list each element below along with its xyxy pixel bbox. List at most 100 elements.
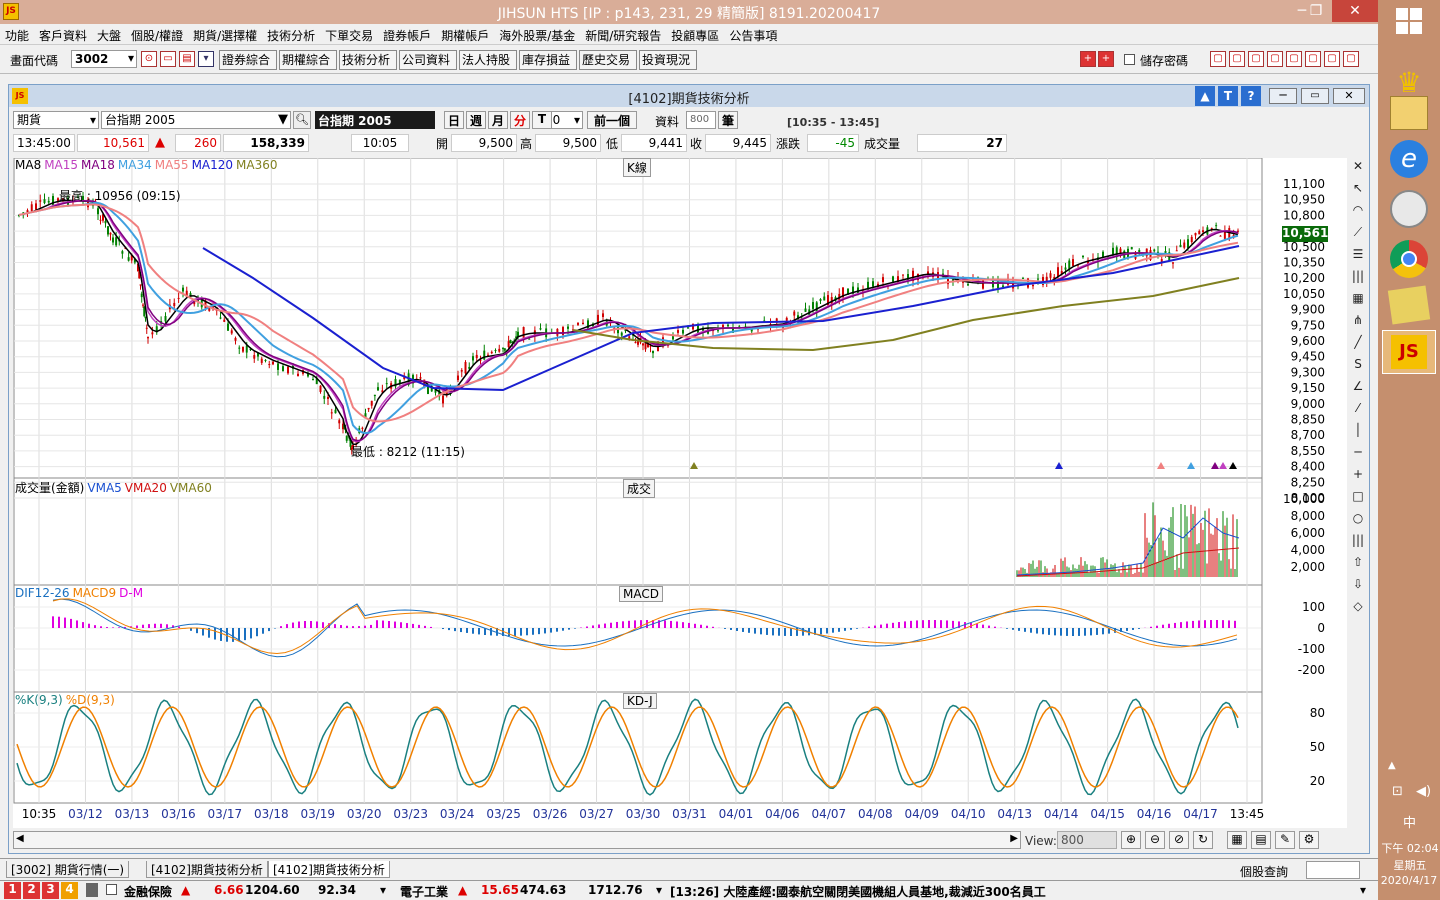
window-icon[interactable]: ▭ <box>160 51 176 67</box>
draw-tool-19-icon[interactable]: ⇩ <box>1349 576 1367 596</box>
draw-tool-10-icon[interactable]: ∠ <box>1349 378 1367 398</box>
draw-tool-4-icon[interactable]: ☰ <box>1349 246 1367 266</box>
menu-item-3[interactable]: 個股/權證 <box>126 24 188 47</box>
sector2-dropdown-icon[interactable]: ▾ <box>656 883 662 897</box>
menu-item-2[interactable]: 大盤 <box>92 24 126 47</box>
menu-item-5[interactable]: 技術分析 <box>262 24 320 47</box>
volume-icon[interactable]: ◀) <box>1416 784 1431 799</box>
up-icon[interactable]: ▲ <box>1195 86 1215 106</box>
window-tab-2[interactable]: [4102]期貨技術分析 <box>268 861 390 878</box>
draw-tool-3-icon[interactable]: ⟋ <box>1349 224 1367 244</box>
code-input[interactable]: 3002 ▾ <box>71 50 137 68</box>
view-tool-3-icon[interactable]: ↻ <box>1193 831 1213 849</box>
win-maximize-button[interactable]: ▭ <box>1301 88 1329 104</box>
layout-1-button[interactable]: 1 <box>4 882 21 899</box>
menu-item-0[interactable]: 功能 <box>0 24 34 47</box>
period-button-1[interactable]: 週 <box>466 111 486 129</box>
prev-symbol-button[interactable]: 前一個 <box>587 111 637 129</box>
quick-icon-5[interactable]: ▢ <box>1305 51 1321 67</box>
news-dropdown-icon[interactable]: ▾ <box>1360 883 1366 897</box>
quick-icon-2[interactable]: ▢ <box>1248 51 1264 67</box>
draw-tool-17-icon[interactable]: ||| <box>1349 532 1367 552</box>
prev-icon[interactable]: + <box>1080 51 1096 67</box>
period-button-2[interactable]: 月 <box>488 111 508 129</box>
view-input[interactable]: 800 <box>1057 831 1117 849</box>
status-checkbox[interactable] <box>106 884 117 895</box>
toolbar-button-0[interactable]: 證券綜合 <box>219 50 277 70</box>
toolbar-button-4[interactable]: 法人持股 <box>459 50 517 70</box>
view-tool-4-icon[interactable]: ▦ <box>1227 831 1247 849</box>
period-button-3[interactable]: 分 <box>510 111 530 129</box>
menu-item-8[interactable]: 期權帳戶 <box>436 24 494 47</box>
draw-tool-1-icon[interactable]: ↖ <box>1349 180 1367 200</box>
menu-item-12[interactable]: 公告事項 <box>724 24 782 47</box>
draw-tool-11-icon[interactable]: ⁄ <box>1349 400 1367 420</box>
windows-start-icon[interactable] <box>1396 8 1422 34</box>
view-tool-7-icon[interactable]: ⚙ <box>1299 831 1319 849</box>
next-icon[interactable]: + <box>1098 51 1114 67</box>
toolbar-button-6[interactable]: 歷史交易 <box>579 50 637 70</box>
draw-tool-14-icon[interactable]: + <box>1349 466 1367 486</box>
close-button[interactable]: ✕ <box>1332 0 1378 22</box>
paint-icon[interactable] <box>1390 190 1428 228</box>
menu-item-10[interactable]: 新聞/研究報告 <box>580 24 666 47</box>
save-password-checkbox[interactable] <box>1124 54 1135 65</box>
period-button-4[interactable]: T <box>532 111 552 129</box>
draw-tool-9-icon[interactable]: S <box>1349 356 1367 376</box>
print-icon[interactable]: ▤ <box>179 51 195 67</box>
period-button-0[interactable]: 日 <box>444 111 464 129</box>
win-minimize-button[interactable]: ─ <box>1269 88 1297 104</box>
toolbar-button-1[interactable]: 期權綜合 <box>279 50 337 70</box>
draw-tool-12-icon[interactable]: │ <box>1349 422 1367 442</box>
view-tool-2-icon[interactable]: ⊘ <box>1169 831 1189 849</box>
quick-icon-1[interactable]: ▢ <box>1229 51 1245 67</box>
quick-icon-6[interactable]: ▢ <box>1324 51 1340 67</box>
menu-item-6[interactable]: 下單交易 <box>320 24 378 47</box>
view-tool-6-icon[interactable]: ✎ <box>1275 831 1295 849</box>
draw-tool-8-icon[interactable]: ╱ <box>1349 334 1367 354</box>
view-tool-1-icon[interactable]: ⊖ <box>1145 831 1165 849</box>
toolbar-button-3[interactable]: 公司資料 <box>399 50 457 70</box>
ime-indicator[interactable]: 中 <box>1403 812 1416 831</box>
network-icon[interactable]: ⊡ <box>1392 784 1403 799</box>
menu-item-1[interactable]: 客戶資料 <box>34 24 92 47</box>
draw-tool-15-icon[interactable]: □ <box>1349 488 1367 508</box>
tray-expand-icon[interactable]: ▲ <box>1388 760 1396 771</box>
window-tab-0[interactable]: [3002] 期貨行情(一) <box>6 861 130 878</box>
draw-tool-0-icon[interactable]: ✕ <box>1349 158 1367 178</box>
sector1-dropdown-icon[interactable]: ▾ <box>380 883 386 897</box>
symbol-select[interactable]: 台指期 2005 ▼ <box>101 111 291 129</box>
toolbar-button-7[interactable]: 投資現況 <box>639 50 697 70</box>
draw-tool-7-icon[interactable]: ⋔ <box>1349 312 1367 332</box>
chrome-icon[interactable] <box>1390 240 1428 278</box>
clock-time[interactable]: 下午 02:04 <box>1380 840 1440 856</box>
unit-button[interactable]: 筆 <box>718 111 738 129</box>
data-count-input[interactable]: 800 <box>686 111 716 129</box>
news-ticker[interactable]: [13:26] 大陸產經:國泰航空關閉美國機組人員基地,裁減近300名員工 <box>670 883 1046 900</box>
draw-tool-2-icon[interactable]: ◠ <box>1349 202 1367 222</box>
help-icon[interactable]: ? <box>1241 86 1261 106</box>
layout-2-button[interactable]: 2 <box>23 882 40 899</box>
draw-tool-18-icon[interactable]: ⇧ <box>1349 554 1367 574</box>
search-symbol-icon[interactable]: 🔍︎ <box>293 111 311 129</box>
layout-4-button[interactable]: 4 <box>61 882 78 899</box>
view-tool-0-icon[interactable]: ⊕ <box>1121 831 1141 849</box>
quick-icon-7[interactable]: ▢ <box>1343 51 1359 67</box>
view-tool-5-icon[interactable]: ▤ <box>1251 831 1271 849</box>
sticky-notes-icon[interactable] <box>1387 285 1431 325</box>
toolbar-button-2[interactable]: 技術分析 <box>339 50 397 70</box>
draw-tool-20-icon[interactable]: ◇ <box>1349 598 1367 618</box>
window-tab-1[interactable]: [4102]期貨技術分析 <box>146 861 268 878</box>
draw-tool-5-icon[interactable]: ||| <box>1349 268 1367 288</box>
stock-query-input[interactable] <box>1306 861 1360 879</box>
quick-icon-0[interactable]: ▢ <box>1210 51 1226 67</box>
t-icon[interactable]: T <box>1218 86 1238 106</box>
draw-tool-16-icon[interactable]: ○ <box>1349 510 1367 530</box>
menu-item-9[interactable]: 海外股票/基金 <box>494 24 580 47</box>
menu-item-11[interactable]: 投顧專區 <box>666 24 724 47</box>
menu-item-4[interactable]: 期貨/選擇權 <box>188 24 262 47</box>
search-icon[interactable]: ⊙ <box>141 51 157 67</box>
dropdown-icon[interactable]: ▾ <box>198 51 214 67</box>
draw-tool-6-icon[interactable]: ▦ <box>1349 290 1367 310</box>
win-close-button[interactable]: ✕ <box>1333 88 1365 104</box>
